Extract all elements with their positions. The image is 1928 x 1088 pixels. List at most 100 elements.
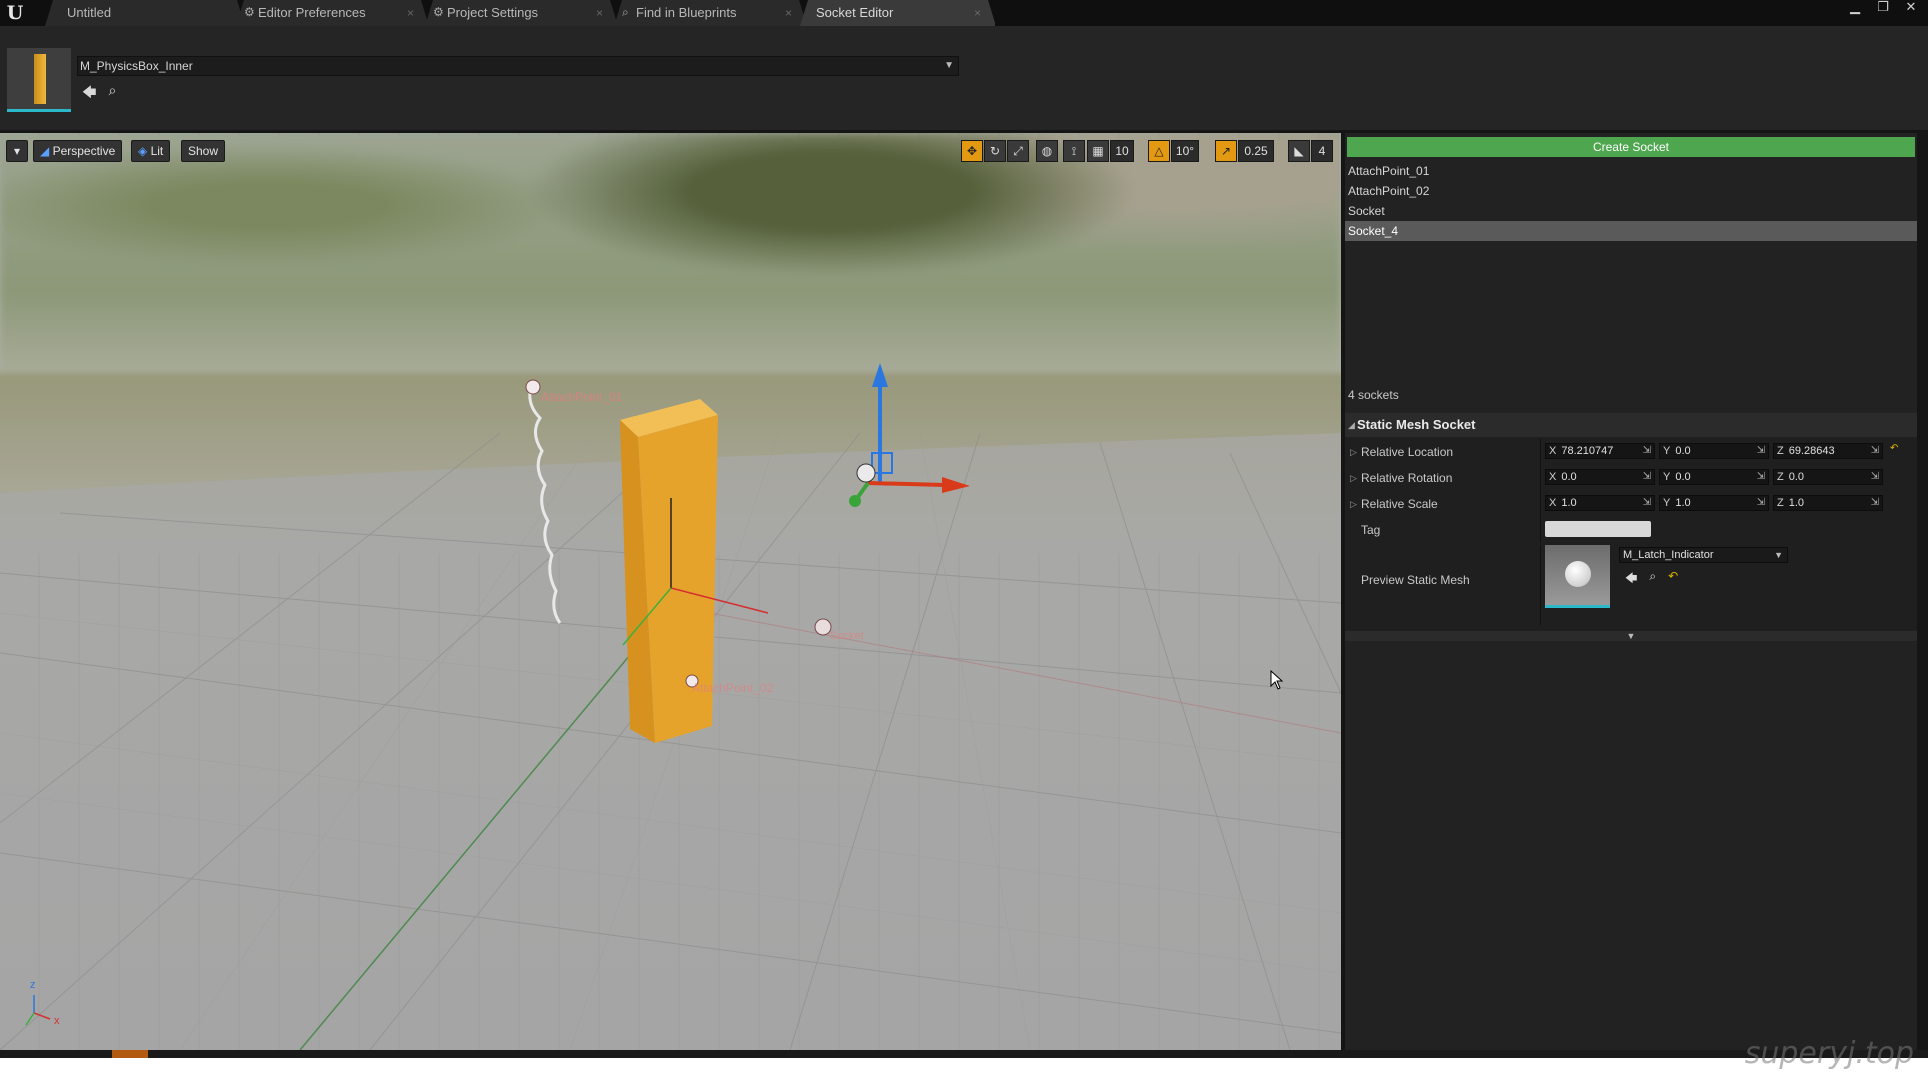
rotation-x-field[interactable]: X 0.0 ⇲ xyxy=(1545,469,1655,485)
close-icon[interactable]: × xyxy=(785,0,792,26)
location-y-field[interactable]: Y 0.0 ⇲ xyxy=(1659,443,1769,459)
list-item-selected[interactable]: Socket_4 xyxy=(1345,221,1917,241)
use-selected-icon[interactable]: 🡄 xyxy=(82,82,96,106)
location-x-field[interactable]: X 78.210747 ⇲ xyxy=(1545,443,1655,459)
column-splitter[interactable] xyxy=(1540,545,1541,625)
translate-mode-icon[interactable]: ✥ xyxy=(961,140,983,162)
show-label: Show xyxy=(188,144,219,158)
restore-icon[interactable]: ❐ xyxy=(1874,0,1892,18)
browse-icon[interactable]: ⌕ xyxy=(108,82,116,106)
perspective-button[interactable]: ◢ Perspective xyxy=(33,140,123,162)
mesh-asset-picker[interactable]: M_PhysicsBox_Inner ▼ xyxy=(77,56,959,76)
use-selected-icon[interactable]: 🡄 xyxy=(1625,569,1637,590)
expand-arrow-icon[interactable]: ▷ xyxy=(1350,439,1357,465)
taskbar-item[interactable] xyxy=(112,1050,148,1058)
list-item[interactable]: Socket xyxy=(1345,201,1917,221)
scale-y-field[interactable]: Y 1.0 ⇲ xyxy=(1659,495,1769,511)
tab-editor-preferences[interactable]: ⚙ Editor Preferences × xyxy=(236,0,429,26)
advanced-expander[interactable]: ▼ xyxy=(1345,631,1917,641)
preview-mesh-row: Preview Static Mesh M_Latch_Indicator ▼ … xyxy=(1345,545,1917,625)
collapse-arrow-icon: ◢ xyxy=(1348,420,1355,430)
location-z-field[interactable]: Z 69.28643 ⇲ xyxy=(1773,443,1883,459)
column-splitter[interactable] xyxy=(1540,465,1541,491)
tab-socket-editor[interactable]: Socket Editor × xyxy=(800,0,996,26)
preview-mesh-thumbnail[interactable] xyxy=(1545,545,1610,608)
scale-snap-icon[interactable]: ↗ xyxy=(1215,140,1237,162)
spin-icon: ⇲ xyxy=(1756,445,1765,456)
expand-arrow-icon[interactable]: ▷ xyxy=(1350,465,1357,491)
relative-rotation-row: ▷ Relative Rotation X 0.0 ⇲ Y 0.0 ⇲ Z 0.0 ⇲ xyxy=(1345,465,1917,491)
close-window-icon[interactable]: ✕ xyxy=(1902,0,1920,18)
tag-row: Tag xyxy=(1345,517,1917,543)
spin-icon: ⇲ xyxy=(1642,471,1651,482)
scale-snap-value[interactable]: 0.25 xyxy=(1238,140,1274,162)
spin-icon: ⇲ xyxy=(1756,471,1765,482)
relative-location-row: ▷ Relative Location X 78.210747 ⇲ Y 0.0 ⇲ Z 69… xyxy=(1345,439,1917,465)
minimize-icon[interactable]: ▁ xyxy=(1846,0,1864,18)
tab-project-settings[interactable]: ⚙ Project Settings × xyxy=(425,0,618,26)
world-space-icon[interactable]: ◍ xyxy=(1036,140,1058,162)
list-item[interactable]: AttachPoint_01 xyxy=(1345,161,1917,181)
scale-mode-icon[interactable]: ⤢ xyxy=(1007,140,1029,162)
expand-arrow-icon[interactable]: ▷ xyxy=(1350,491,1357,517)
rotation-snap-icon[interactable]: △ xyxy=(1148,140,1170,162)
axis-x-label: x xyxy=(54,1015,60,1027)
tab-untitled[interactable]: Untitled xyxy=(45,0,245,26)
tab-label: Editor Preferences xyxy=(258,5,366,20)
rotation-y-field[interactable]: Y 0.0 ⇲ xyxy=(1659,469,1769,485)
socket-list: AttachPoint_01 AttachPoint_02 Socket Soc… xyxy=(1345,161,1917,241)
column-splitter[interactable] xyxy=(1540,439,1541,465)
tab-label: Find in Blueprints xyxy=(636,5,737,20)
camera-speed-icon[interactable]: ◣ xyxy=(1288,140,1310,162)
socket-label: AttachPoint_01 xyxy=(541,390,623,404)
create-socket-button[interactable]: Create Socket xyxy=(1347,137,1915,157)
scene-canvas xyxy=(0,363,1341,1050)
property-label: Preview Static Mesh xyxy=(1361,573,1470,587)
mesh-asset-name: M_PhysicsBox_Inner xyxy=(80,59,193,73)
camera-speed-value[interactable]: 4 xyxy=(1311,140,1333,162)
socket-count: 4 sockets xyxy=(1348,388,1399,402)
rotate-mode-icon[interactable]: ↻ xyxy=(984,140,1006,162)
surface-snap-icon[interactable]: ⟟ xyxy=(1063,140,1085,162)
close-icon[interactable]: × xyxy=(596,0,603,26)
close-icon[interactable]: × xyxy=(974,0,981,26)
details-category-header[interactable]: ◢ Static Mesh Socket xyxy=(1345,413,1917,437)
close-icon[interactable]: × xyxy=(407,0,414,26)
unreal-logo-icon[interactable]: U xyxy=(4,2,26,24)
property-label: ▷ Relative Scale xyxy=(1350,491,1438,517)
reset-to-default-icon[interactable]: ↶ xyxy=(1890,443,1898,454)
rotation-z-field[interactable]: Z 0.0 ⇲ xyxy=(1773,469,1883,485)
reset-to-default-icon[interactable]: ↶ xyxy=(1668,569,1678,590)
viewport-options-button[interactable]: ▾ xyxy=(6,140,28,162)
settings-icon: ⚙ xyxy=(433,5,444,19)
tag-input[interactable] xyxy=(1545,521,1651,537)
column-splitter[interactable] xyxy=(1540,517,1541,543)
browse-icon[interactable]: ⌕ xyxy=(1649,569,1656,590)
mesh-thumbnail[interactable] xyxy=(7,48,71,112)
taskbar-strip xyxy=(0,1050,1928,1058)
spin-icon: ⇲ xyxy=(1870,471,1879,482)
column-splitter[interactable] xyxy=(1540,491,1541,517)
socket-details: ◢ Static Mesh Socket ▷ Relative Location … xyxy=(1345,413,1917,641)
rotation-snap-value[interactable]: 10° xyxy=(1171,140,1199,162)
preview-mesh-picker[interactable]: M_Latch_Indicator ▼ xyxy=(1619,547,1788,563)
property-label: Tag xyxy=(1361,523,1381,537)
viewport[interactable]: AttachPoint_01 AttachPoint_02 Socket x z… xyxy=(0,133,1341,1050)
grid-snap-icon[interactable]: ▦ xyxy=(1087,140,1109,162)
scrollbar[interactable] xyxy=(1919,133,1928,1033)
scale-z-field[interactable]: Z 1.0 ⇲ xyxy=(1773,495,1883,511)
axis-z-label: z xyxy=(30,979,36,991)
lit-label: Lit xyxy=(150,144,164,158)
tab-bar: U Untitled ⚙ Editor Preferences × ⚙ Proj… xyxy=(0,0,1928,26)
watermark: superyj.top xyxy=(1744,1036,1914,1071)
relative-scale-row: ▷ Relative Scale X 1.0 ⇲ Y 1.0 ⇲ Z 1.0 ⇲ xyxy=(1345,491,1917,517)
tab-find-in-blueprints[interactable]: ⌕ Find in Blueprints × xyxy=(614,0,807,26)
list-item[interactable]: AttachPoint_02 xyxy=(1345,181,1917,201)
tab-label: Project Settings xyxy=(447,5,539,20)
show-button[interactable]: Show xyxy=(181,140,226,162)
camera-icon: ◢ xyxy=(40,144,50,158)
chevron-down-icon: ▾ xyxy=(13,144,21,158)
grid-snap-value[interactable]: 10 xyxy=(1110,140,1134,162)
lit-button[interactable]: ◈ Lit xyxy=(131,140,171,162)
scale-x-field[interactable]: X 1.0 ⇲ xyxy=(1545,495,1655,511)
